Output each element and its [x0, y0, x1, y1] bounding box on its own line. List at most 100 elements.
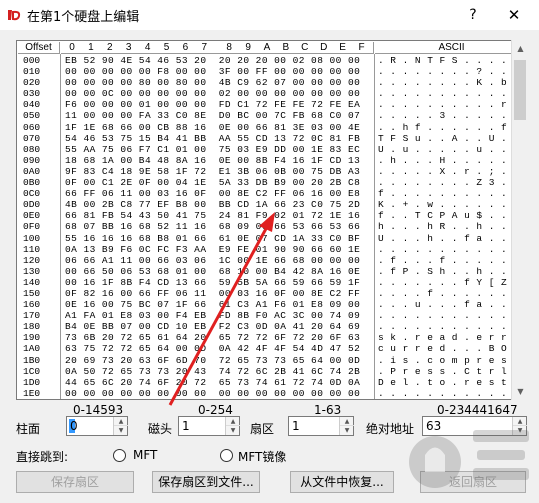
row-hex-bytes[interactable]: B4 0E BB 07 00 CD 10 EB F2 C3 0D 0A 41 2… — [65, 321, 360, 332]
row-ascii[interactable]: f . . . . . . . . . . . . . . . — [378, 188, 527, 199]
row-ascii[interactable]: . . . . . . . . . . . . . . . . — [378, 399, 527, 400]
hex-row[interactable]: 0A0 9F 83 C4 18 9E 58 1F 72 E1 3B 06 0B 0… — [17, 166, 527, 177]
sector-spinbox[interactable]: 1 ▲ ▼ — [288, 416, 354, 436]
row-hex-bytes[interactable]: 0A 50 72 65 73 73 20 43 74 72 6C 2B 41 6… — [65, 366, 360, 377]
row-hex-bytes[interactable]: 00 00 0C 00 00 00 00 00 02 00 00 00 00 0… — [65, 88, 360, 99]
row-ascii[interactable]: . . . u . . . f a . . . . . . . — [378, 299, 527, 310]
scroll-down-icon[interactable]: ▼ — [512, 383, 529, 400]
row-hex-bytes[interactable]: 68 07 BB 16 68 52 11 16 68 09 00 66 53 6… — [65, 221, 360, 232]
row-ascii[interactable]: . . . . . . . . . . . . . f ` . — [378, 244, 527, 255]
hex-row[interactable]: 010 00 00 00 00 00 F8 00 00 3F 00 FF 00 0… — [17, 66, 527, 77]
hex-row[interactable]: 140 00 16 1F 8B F4 CD 13 66 59 5B 5A 66 5… — [17, 277, 527, 288]
row-hex-bytes[interactable]: 55 16 16 16 68 B8 01 66 61 0E 07 CD 1A 3… — [65, 233, 360, 244]
row-ascii[interactable]: . R . N T F S . . . . . . . . . — [378, 55, 527, 66]
save-sector-to-file-button[interactable]: 保存扇区到文件... — [152, 471, 260, 493]
row-hex-bytes[interactable]: 06 66 A1 11 00 66 03 06 1C 00 1E 66 68 0… — [65, 255, 360, 266]
spin-down-icon[interactable]: ▼ — [513, 426, 527, 435]
hex-row[interactable]: 160 0E 16 00 75 BC 07 1F 66 61 C3 A1 F6 0… — [17, 299, 527, 310]
cylinder-spinbox[interactable]: 0 ▲ ▼ — [66, 416, 128, 436]
spin-up-icon[interactable]: ▲ — [226, 417, 240, 426]
row-ascii[interactable]: . f P . S h . . h . . . B . . . — [378, 266, 527, 277]
row-ascii[interactable]: . h . . . H . . . . . . . . . . — [378, 155, 527, 166]
row-hex-bytes[interactable]: 0A 13 B9 F6 0C FC F3 AA E9 FE 01 90 90 6… — [65, 244, 360, 255]
spin-down-icon[interactable]: ▼ — [226, 426, 240, 435]
row-ascii[interactable]: D e l . t o . r e s t a r t . . — [378, 377, 527, 388]
row-ascii[interactable]: T F S u . . A . . U . . r . . . — [378, 133, 527, 144]
hex-row[interactable]: 040 F6 00 00 00 01 00 00 00 FD C1 72 FE F… — [17, 99, 527, 110]
row-ascii[interactable]: . . . . . . . . . . r . . r . . — [378, 99, 527, 110]
hex-row[interactable]: 030 00 00 0C 00 00 00 00 00 02 00 00 00 0… — [17, 88, 527, 99]
hex-editor-view[interactable]: Offset 0 1 2 3 4 5 6 7 8 9 ABCDE F ASCII 000 EB 52 9… — [16, 40, 528, 400]
row-ascii[interactable]: K . + . w . . . . . . f # . u - — [378, 199, 527, 210]
hex-row[interactable]: 1C0 0A 50 72 65 73 73 20 43 74 72 6C 2B 4… — [17, 366, 527, 377]
hex-row[interactable]: 0C0 66 FF 06 11 00 03 16 0F 00 8E C2 FF 0… — [17, 188, 527, 199]
hex-scrollbar[interactable]: ▲ ▼ — [511, 40, 528, 400]
row-hex-bytes[interactable]: 0F 82 16 00 66 FF 06 11 00 03 16 0F 00 8… — [65, 288, 360, 299]
row-ascii[interactable]: . . h f . . . . . . f . > . . N — [378, 122, 527, 133]
row-hex-bytes[interactable]: 00 66 50 06 53 68 01 00 68 10 00 B4 42 8… — [65, 266, 360, 277]
hex-row[interactable]: 170 A1 FA 01 E8 03 00 F4 EB FD 8B F0 AC 3… — [17, 310, 527, 321]
absolute-address-spinbox[interactable]: 63 ▲ ▼ — [422, 416, 527, 436]
row-ascii[interactable]: U . u . . . . . u . . . . . . . — [378, 144, 527, 155]
hex-row[interactable]: 1A0 63 75 72 72 65 64 00 0D 0A 42 4F 4F 5… — [17, 343, 527, 354]
row-ascii[interactable]: . i s . c o m p r e s s e d . . — [378, 355, 527, 366]
hex-row[interactable]: 1E0 00 00 00 00 00 00 00 00 00 00 00 00 0… — [17, 388, 527, 399]
close-button[interactable]: ✕ — [497, 4, 531, 26]
row-ascii[interactable]: . . . . . . . . Z 3 . . . + . . — [378, 177, 527, 188]
row-hex-bytes[interactable]: 00 00 00 00 80 00 80 00 4B C9 62 07 00 0… — [65, 77, 360, 88]
restore-from-file-button[interactable]: 从文件中恢复... — [290, 471, 394, 493]
hex-row[interactable]: 180 B4 0E BB 07 00 CD 10 EB F2 C3 0D 0A 4… — [17, 321, 527, 332]
head-spinbox[interactable]: 1 ▲ ▼ — [178, 416, 240, 436]
row-ascii[interactable]: . . . . . X . r . ; . . . u . . — [378, 166, 527, 177]
row-hex-bytes[interactable]: EB 52 90 4E 54 46 53 20 20 20 20 00 02 0… — [65, 55, 360, 66]
row-hex-bytes[interactable]: 54 46 53 75 15 B4 41 BB AA 55 CD 13 72 0… — [65, 133, 360, 144]
row-hex-bytes[interactable]: 00 00 00 00 00 00 00 00 00 00 00 00 00 0… — [65, 399, 360, 400]
row-ascii[interactable]: . . . . . . . . ? . . . . . . . — [378, 66, 527, 77]
row-ascii[interactable]: . . . . . . . . . . . . . . . . — [378, 88, 527, 99]
row-ascii[interactable]: U . . . h . . f a . . . . 3 . . — [378, 233, 527, 244]
hex-row[interactable]: 060 1F 1E 68 66 00 CB 88 16 0E 00 66 81 3… — [17, 122, 527, 133]
row-ascii[interactable]: . . . . f . . . . . . . . . . . — [378, 288, 527, 299]
spin-down-icon[interactable]: ▼ — [114, 426, 128, 435]
row-ascii[interactable]: f . . T C P A u $ . . . . r . . — [378, 210, 527, 221]
row-hex-bytes[interactable]: A1 FA 01 E8 03 00 F4 EB FD 8B F0 AC 3C 0… — [65, 310, 360, 321]
hex-row[interactable]: 070 54 46 53 75 15 B4 41 BB AA 55 CD 13 7… — [17, 133, 527, 144]
row-hex-bytes[interactable]: 73 6B 20 72 65 61 64 20 65 72 72 6F 72 2… — [65, 332, 360, 343]
row-hex-bytes[interactable]: F6 00 00 00 01 00 00 00 FD C1 72 FE FE 7… — [65, 99, 360, 110]
hex-row[interactable]: 1F0 00 00 00 00 00 00 00 00 00 00 00 00 0… — [17, 399, 527, 400]
hex-row[interactable]: 0B0 0F 00 C1 2E 0F 00 04 1E 5A 33 DB B9 0… — [17, 177, 527, 188]
hex-row[interactable]: 130 00 66 50 06 53 68 01 00 68 10 00 B4 4… — [17, 266, 527, 277]
hex-row[interactable]: 090 18 68 1A 00 B4 48 8A 16 0E 00 8B F4 1… — [17, 155, 527, 166]
spin-up-icon[interactable]: ▲ — [340, 417, 354, 426]
row-hex-bytes[interactable]: 63 75 72 72 65 64 00 0D 0A 42 4F 4F 54 4… — [65, 343, 360, 354]
hex-row[interactable]: 080 55 AA 75 06 F7 C1 01 00 75 03 E9 DD 0… — [17, 144, 527, 155]
row-ascii[interactable]: . f . . . f . . . . . f h . . . — [378, 255, 527, 266]
row-hex-bytes[interactable]: 00 00 00 00 00 00 00 00 00 00 00 00 00 0… — [65, 388, 360, 399]
row-hex-bytes[interactable]: 4B 00 2B C8 77 EF B8 00 BB CD 1A 66 23 C… — [65, 199, 360, 210]
spin-up-icon[interactable]: ▲ — [114, 417, 128, 426]
row-ascii[interactable]: . . . . . . . . . . . . . . . . — [378, 388, 527, 399]
row-hex-bytes[interactable]: 11 00 00 00 FA 33 C0 8E D0 BC 00 7C FB 6… — [65, 110, 360, 121]
row-hex-bytes[interactable]: 1F 1E 68 66 00 CB 88 16 0E 00 66 81 3E 0… — [65, 122, 360, 133]
spin-up-icon[interactable]: ▲ — [513, 417, 527, 426]
row-hex-bytes[interactable]: 55 AA 75 06 F7 C1 01 00 75 03 E9 DD 00 1… — [65, 144, 360, 155]
row-ascii[interactable]: . . . . . . . f Y [ Z f Y f Y . — [378, 277, 527, 288]
hex-row[interactable]: 050 11 00 00 00 FA 33 C0 8E D0 BC 00 7C F… — [17, 110, 527, 121]
row-ascii[interactable]: s k . r e a d . e r r o r . o c — [378, 332, 527, 343]
row-hex-bytes[interactable]: 66 FF 06 11 00 03 16 0F 00 8E C2 FF 06 1… — [65, 188, 360, 199]
row-hex-bytes[interactable]: 9F 83 C4 18 9E 58 1F 72 E1 3B 06 0B 00 7… — [65, 166, 360, 177]
scroll-up-icon[interactable]: ▲ — [512, 40, 529, 57]
row-ascii[interactable]: . . . . . . . . K . b . . . . . — [378, 77, 527, 88]
mft-mirror-radio[interactable] — [220, 449, 233, 462]
hex-row[interactable]: 190 73 6B 20 72 65 61 64 20 65 72 72 6F 7… — [17, 332, 527, 343]
row-hex-bytes[interactable]: 00 00 00 00 00 F8 00 00 3F 00 FF 00 00 0… — [65, 66, 360, 77]
hex-row[interactable]: 120 06 66 A1 11 00 66 03 06 1C 00 1E 66 6… — [17, 255, 527, 266]
row-ascii[interactable]: . . . . . . . . . . . . < . t . — [378, 310, 527, 321]
help-button[interactable]: ? — [460, 4, 486, 26]
save-sector-button[interactable]: 保存扇区 — [16, 471, 134, 493]
hex-row[interactable]: 0D0 4B 00 2B C8 77 EF B8 00 BB CD 1A 66 2… — [17, 199, 527, 210]
row-hex-bytes[interactable]: 66 81 FB 54 43 50 41 75 24 81 F9 02 01 7… — [65, 210, 360, 221]
hex-row[interactable]: 150 0F 82 16 00 66 FF 06 11 00 03 16 0F 0… — [17, 288, 527, 299]
hex-row[interactable]: 000 EB 52 90 4E 54 46 53 20 20 20 20 00 0… — [17, 55, 527, 66]
hex-row[interactable]: 0F0 68 07 BB 16 68 52 11 16 68 09 00 66 5… — [17, 221, 527, 232]
